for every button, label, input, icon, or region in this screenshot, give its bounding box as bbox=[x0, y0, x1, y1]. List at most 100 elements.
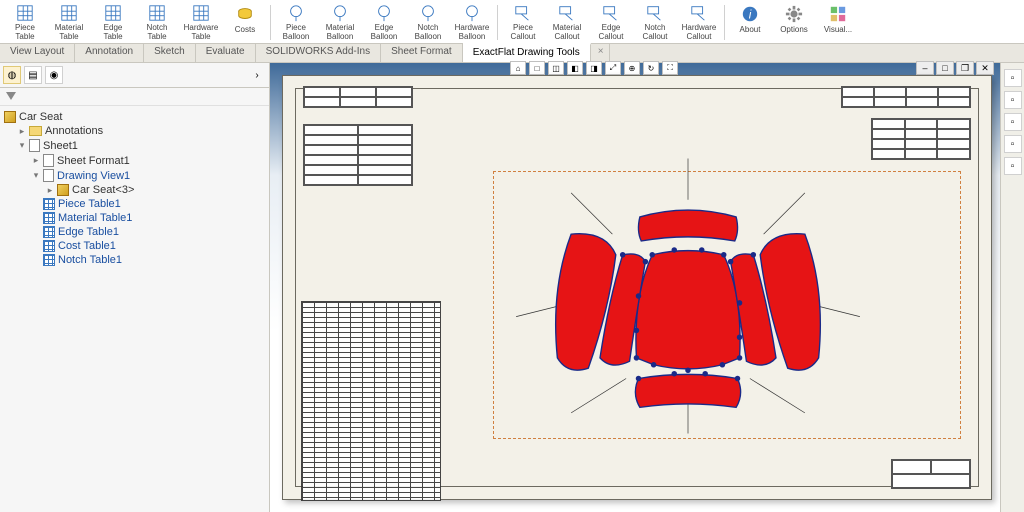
tree-item[interactable]: Piece Table1 bbox=[32, 197, 267, 211]
layers-icon[interactable]: ▫ bbox=[1004, 91, 1022, 109]
callout-icon bbox=[557, 4, 577, 22]
tree-item[interactable]: Material Table1 bbox=[32, 211, 267, 225]
tab-close[interactable]: × bbox=[593, 44, 610, 62]
tree-root[interactable]: Car Seat bbox=[4, 110, 267, 124]
callout-icon bbox=[689, 4, 709, 22]
feature-tree[interactable]: Car Seat▸Annotations▾Sheet1▸Sheet Format… bbox=[0, 106, 269, 512]
piece-data-table bbox=[301, 301, 441, 501]
piece-table-button[interactable]: Piece Table bbox=[4, 2, 46, 42]
more-icon[interactable]: ▫ bbox=[1004, 157, 1022, 175]
balloon-icon bbox=[330, 4, 350, 22]
tab-annotation[interactable]: Annotation bbox=[75, 44, 144, 62]
grid-icon bbox=[43, 212, 55, 224]
home-icon[interactable]: ▫ bbox=[1004, 69, 1022, 87]
tree-label: Sheet Format1 bbox=[57, 155, 130, 167]
view-tool[interactable]: ⌂ bbox=[510, 61, 526, 75]
tree-item[interactable]: ▾Drawing View1 bbox=[32, 168, 267, 183]
info-table-1 bbox=[303, 86, 413, 108]
task-pane: ▫ ▫ ▫ ▫ ▫ bbox=[1000, 63, 1024, 512]
edge-callout-button[interactable]: Edge Callout bbox=[590, 2, 632, 42]
boxes-icon bbox=[828, 4, 848, 24]
tree-label: Car Seat bbox=[19, 111, 62, 123]
view-tool[interactable]: ⊕ bbox=[624, 61, 640, 75]
grid-icon bbox=[43, 198, 55, 210]
tree-label: Car Seat<3> bbox=[72, 184, 134, 196]
ribbon-label: Costs bbox=[235, 25, 255, 34]
feature-tree-tab[interactable]: ◍ bbox=[3, 66, 21, 84]
piece-bottom-strip bbox=[635, 374, 740, 407]
twisty-icon[interactable]: ▸ bbox=[46, 185, 54, 196]
tree-item[interactable]: Edge Table1 bbox=[32, 225, 267, 239]
notch-table-button[interactable]: Notch Table bbox=[136, 2, 178, 42]
tree-item[interactable]: ▾Sheet1 bbox=[18, 138, 267, 153]
options-button[interactable]: Options bbox=[773, 2, 815, 42]
tree-item[interactable]: Notch Table1 bbox=[32, 253, 267, 267]
tree-label: Material Table1 bbox=[58, 212, 132, 224]
tab-sheet-format[interactable]: Sheet Format bbox=[381, 44, 463, 62]
ribbon-label: Notch Balloon bbox=[415, 23, 442, 41]
balloon-icon bbox=[462, 4, 482, 22]
view-tool[interactable]: ◨ bbox=[586, 61, 602, 75]
tree-item[interactable]: ▸Annotations bbox=[18, 124, 267, 138]
grid-icon bbox=[43, 254, 55, 266]
tree-item[interactable]: ▸ Sheet Format1 bbox=[32, 153, 267, 168]
view-tool[interactable]: ◧ bbox=[567, 61, 583, 75]
win-close[interactable]: ✕ bbox=[976, 61, 994, 75]
material-callout-button[interactable]: Material Callout bbox=[546, 2, 588, 42]
tab-sketch[interactable]: Sketch bbox=[144, 44, 196, 62]
twisty-icon[interactable]: ▸ bbox=[32, 155, 40, 166]
twisty-icon[interactable]: ▸ bbox=[18, 126, 26, 137]
ribbon-label: Material Table bbox=[55, 23, 83, 41]
tab-solidworks-add-ins[interactable]: SOLIDWORKS Add-Ins bbox=[256, 44, 381, 62]
about-button[interactable]: iAbout bbox=[729, 2, 771, 42]
notch-callout-button[interactable]: Notch Callout bbox=[634, 2, 676, 42]
view-tool[interactable]: ↻ bbox=[643, 61, 659, 75]
material-balloon-button[interactable]: Material Balloon bbox=[319, 2, 361, 42]
hardware-balloon-button[interactable]: Hardware Balloon bbox=[451, 2, 493, 42]
tree-item[interactable]: ▸ Car Seat<3> bbox=[46, 183, 267, 197]
view-tool[interactable]: ⤢ bbox=[605, 61, 621, 75]
edge-balloon-button[interactable]: Edge Balloon bbox=[363, 2, 405, 42]
view-tool[interactable]: □ bbox=[529, 61, 545, 75]
view-tool[interactable]: ⛶ bbox=[662, 61, 678, 75]
twisty-icon[interactable]: ▾ bbox=[32, 170, 40, 181]
ribbon-label: Piece Callout bbox=[511, 23, 536, 41]
colors-icon[interactable]: ▫ bbox=[1004, 135, 1022, 153]
config-tab[interactable]: ◉ bbox=[45, 66, 63, 84]
gear-icon bbox=[784, 4, 804, 24]
piece-balloon-button[interactable]: Piece Balloon bbox=[275, 2, 317, 42]
grid-icon bbox=[43, 226, 55, 238]
tree-label: Piece Table1 bbox=[58, 198, 121, 210]
grid-icon bbox=[191, 4, 211, 22]
notch-balloon-button[interactable]: Notch Balloon bbox=[407, 2, 449, 42]
material-table-button[interactable]: Material Table bbox=[48, 2, 90, 42]
grid-icon bbox=[59, 4, 79, 22]
view-tool[interactable]: ◫ bbox=[548, 61, 564, 75]
grid-icon bbox=[103, 4, 123, 22]
drawing-canvas[interactable]: ⌂□◫◧◨⤢⊕↻⛶ –□❐✕ bbox=[270, 63, 1024, 512]
edge-table-button[interactable]: Edge Table bbox=[92, 2, 134, 42]
tree-label: Edge Table1 bbox=[58, 226, 119, 238]
costs-button[interactable]: Costs bbox=[224, 2, 266, 42]
property-tab[interactable]: ▤ bbox=[24, 66, 42, 84]
win-maximize[interactable]: □ bbox=[936, 61, 954, 75]
hardware-table-button[interactable]: Hardware Table bbox=[180, 2, 222, 42]
hardware-callout-button[interactable]: Hardware Callout bbox=[678, 2, 720, 42]
tree-filter[interactable] bbox=[0, 88, 269, 106]
piece-top-collar bbox=[638, 210, 737, 241]
tree-item[interactable]: Cost Table1 bbox=[32, 239, 267, 253]
funnel-icon bbox=[6, 92, 16, 102]
balloon-icon bbox=[418, 4, 438, 22]
tab-evaluate[interactable]: Evaluate bbox=[196, 44, 256, 62]
tab-exactflat-drawing-tools[interactable]: ExactFlat Drawing Tools bbox=[463, 43, 591, 62]
twisty-icon[interactable]: ▾ bbox=[18, 140, 26, 151]
visual-button[interactable]: Visual... bbox=[817, 2, 859, 42]
view-icon[interactable]: ▫ bbox=[1004, 113, 1022, 131]
ribbon-label: Edge Callout bbox=[599, 23, 624, 41]
tab-view-layout[interactable]: View Layout bbox=[0, 44, 75, 62]
piece-callout-button[interactable]: Piece Callout bbox=[502, 2, 544, 42]
win-restore[interactable]: ❐ bbox=[956, 61, 974, 75]
info-icon: i bbox=[740, 4, 760, 24]
collapse-panel[interactable]: › bbox=[248, 66, 266, 84]
win-minimize[interactable]: – bbox=[916, 61, 934, 75]
